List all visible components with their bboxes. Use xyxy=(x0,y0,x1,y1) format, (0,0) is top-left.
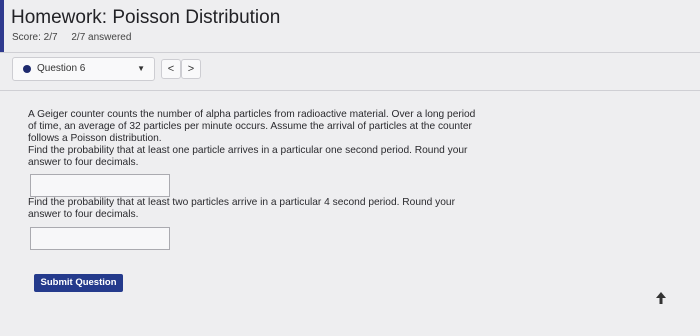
score-row: Score: 2/7 2/7 answered xyxy=(12,32,131,43)
chevron-right-icon: > xyxy=(187,63,195,75)
answered-count: 2/7 answered xyxy=(71,32,132,43)
answer-1-input[interactable] xyxy=(30,174,170,197)
chevron-left-icon: < xyxy=(167,63,175,75)
divider xyxy=(0,52,700,53)
accent-bar xyxy=(0,0,4,52)
question-text-line: follows a Poisson distribution. xyxy=(28,133,162,144)
question-text-line: Find the probability that at least two p… xyxy=(28,197,455,208)
question-text-line: A Geiger counter counts the number of al… xyxy=(28,109,476,120)
question-selector-label: Question 6 xyxy=(37,63,86,74)
score-text: Score: 2/7 xyxy=(12,32,58,43)
question-text-line: Find the probability that at least one p… xyxy=(28,145,468,156)
previous-question-button[interactable]: < xyxy=(161,59,181,79)
question-part-2: Find the probability that at least two p… xyxy=(28,197,528,221)
question-part-1: Find the probability that at least one p… xyxy=(28,145,528,169)
question-intro: A Geiger counter counts the number of al… xyxy=(28,109,528,145)
submit-question-button[interactable]: Submit Question xyxy=(34,274,123,292)
answer-2-input[interactable] xyxy=(30,227,170,250)
question-text-line: of time, an average of 32 particles per … xyxy=(28,121,472,132)
divider xyxy=(0,90,700,91)
status-dot-icon xyxy=(23,65,31,73)
page-title: Homework: Poisson Distribution xyxy=(11,7,281,28)
question-text-line: answer to four decimals. xyxy=(28,157,139,168)
question-selector[interactable]: Question 6 ▼ xyxy=(12,57,155,81)
next-question-button[interactable]: > xyxy=(181,59,201,79)
mouse-cursor-icon xyxy=(656,292,666,304)
chevron-down-icon: ▼ xyxy=(137,64,145,73)
question-text-line: answer to four decimals. xyxy=(28,209,139,220)
